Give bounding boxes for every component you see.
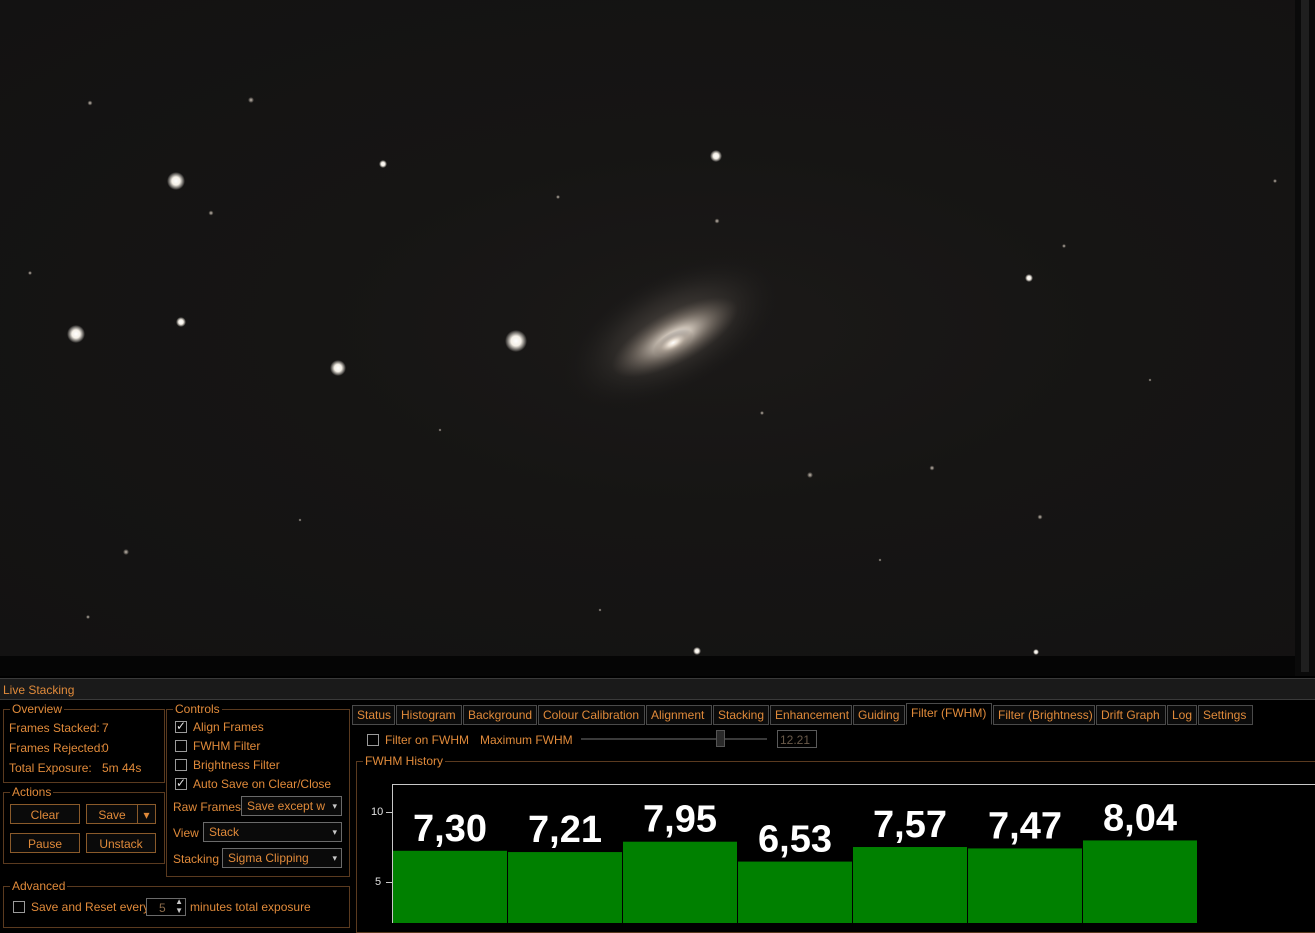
fwhm-bar-value-label: 7,21: [528, 809, 602, 851]
chevron-down-icon: ▾: [332, 853, 337, 863]
maximum-fwhm-value: 12.21: [780, 733, 811, 747]
tab-stacking[interactable]: Stacking: [713, 705, 769, 725]
star-field-image: [28, 97, 1277, 655]
fwhm-bar-value-label: 8,04: [1103, 797, 1177, 839]
tab-colour-calibration[interactable]: Colour Calibration: [538, 705, 645, 725]
controls-legend: Controls: [173, 702, 222, 716]
tab-guiding[interactable]: Guiding: [853, 705, 905, 725]
fwhm-bar: [508, 852, 622, 923]
view-value: Stack: [209, 825, 240, 839]
stacking-value: Sigma Clipping: [228, 851, 309, 865]
clear-button[interactable]: Clear: [10, 804, 80, 824]
unstack-button[interactable]: Unstack: [86, 833, 156, 853]
fwhm-bar: [623, 841, 737, 923]
y-tick-label: 10: [371, 806, 384, 818]
chevron-down-icon: ▾: [332, 801, 337, 811]
save-button[interactable]: Save: [86, 804, 138, 824]
fwhm-bar: [738, 861, 852, 923]
save-dropdown-button[interactable]: ▾: [137, 804, 156, 824]
tab-settings[interactable]: Settings: [1198, 705, 1253, 725]
slider-thumb[interactable]: [716, 730, 725, 747]
brightness-filter-checkbox[interactable]: [175, 759, 187, 771]
frames-stacked-label: Frames Stacked:: [9, 721, 100, 735]
fwhm-bar-value-label: 7,30: [413, 808, 487, 850]
actions-legend: Actions: [10, 785, 54, 799]
tab-histogram[interactable]: Histogram: [396, 705, 462, 725]
chevron-down-icon: ▾: [332, 827, 337, 837]
vertical-scroll-track[interactable]: [1301, 0, 1309, 672]
raw-frames-select[interactable]: Save except w ▾: [241, 796, 342, 816]
fwhm-bar: [1083, 840, 1197, 923]
pause-button[interactable]: Pause: [10, 833, 80, 853]
fwhm-bar: [853, 847, 967, 923]
frames-rejected-value: 0: [102, 741, 109, 755]
brightness-filter-label: Brightness Filter: [193, 758, 280, 772]
frames-rejected-label: Frames Rejected:: [9, 741, 104, 755]
auto-save-checkbox[interactable]: [175, 776, 187, 790]
spinner-arrows-icon: ▲ ▼: [175, 897, 183, 915]
horizontal-scrollbar[interactable]: [0, 656, 1295, 676]
fwhm-filter-checkbox[interactable]: [175, 740, 187, 752]
stacking-select[interactable]: Sigma Clipping ▾: [222, 848, 342, 868]
panel-title-bar: Live Stacking: [0, 679, 1315, 700]
total-exposure-value: 5m 44s: [102, 761, 142, 775]
fwhm-bar: [393, 850, 507, 923]
tab-background[interactable]: Background: [463, 705, 537, 725]
tab-log[interactable]: Log: [1167, 705, 1197, 725]
save-reset-label: Save and Reset every: [31, 900, 150, 914]
tab-filter-fwhm[interactable]: Filter (FWHM): [906, 703, 992, 725]
fwhm-filter-label: FWHM Filter: [193, 739, 261, 753]
tab-enhancement[interactable]: Enhancement: [770, 705, 852, 725]
fwhm-bar-chart: 7,30 7,21 7,95 6,53 7,57 7,47 8,04: [393, 797, 1197, 923]
galaxy: [562, 254, 782, 410]
save-reset-spinner[interactable]: 5 ▲ ▼: [146, 897, 186, 916]
stacked-image-view[interactable]: [0, 0, 1295, 656]
maximum-fwhm-label: Maximum FWHM: [480, 733, 573, 747]
maximum-fwhm-input[interactable]: 12.21: [777, 730, 817, 748]
auto-save-label: Auto Save on Clear/Close: [193, 777, 332, 791]
frames-stacked-value: 7: [102, 721, 109, 735]
align-frames-checkbox[interactable]: [175, 719, 187, 733]
total-exposure-label: Total Exposure:: [9, 761, 92, 775]
fwhm-bar-value-label: 7,57: [873, 804, 947, 846]
advanced-legend: Advanced: [10, 879, 68, 893]
view-label: View: [173, 826, 199, 840]
live-stacking-panel: Live Stacking Overview Frames Stacked: 7…: [0, 678, 1315, 933]
tab-alignment[interactable]: Alignment: [646, 705, 712, 725]
tab-filter-brightness[interactable]: Filter (Brightness): [993, 705, 1095, 725]
fwhm-bar-value-label: 7,47: [988, 805, 1062, 847]
fwhm-history-legend: FWHM History: [363, 754, 445, 768]
save-reset-value: 5: [159, 901, 166, 915]
overview-legend: Overview: [10, 702, 65, 716]
panel-title: Live Stacking: [3, 683, 75, 697]
save-reset-checkbox[interactable]: [13, 901, 25, 913]
fwhm-history-chart: 7,30 7,21 7,95 6,53 7,57 7,47 8,04: [392, 784, 1315, 923]
raw-frames-value: Save except w: [247, 799, 326, 813]
save-reset-suffix: minutes total exposure: [190, 900, 311, 914]
fwhm-bar-value-label: 7,95: [643, 799, 717, 841]
chevron-down-icon: ▾: [143, 808, 150, 822]
raw-frames-label: Raw Frames: [173, 800, 242, 814]
y-tick-label: 5: [375, 876, 382, 888]
align-frames-label: Align Frames: [193, 720, 264, 734]
stacking-label: Stacking: [173, 852, 220, 866]
maximum-fwhm-slider[interactable]: [581, 738, 767, 740]
tab-drift-graph[interactable]: Drift Graph: [1096, 705, 1166, 725]
fwhm-bar-value-label: 6,53: [758, 819, 832, 861]
filter-on-fwhm-checkbox[interactable]: [367, 734, 379, 746]
tab-status[interactable]: Status: [352, 705, 395, 725]
view-select[interactable]: Stack ▾: [203, 822, 342, 842]
fwhm-bar: [968, 848, 1082, 923]
filter-on-fwhm-label: Filter on FWHM: [385, 733, 469, 747]
